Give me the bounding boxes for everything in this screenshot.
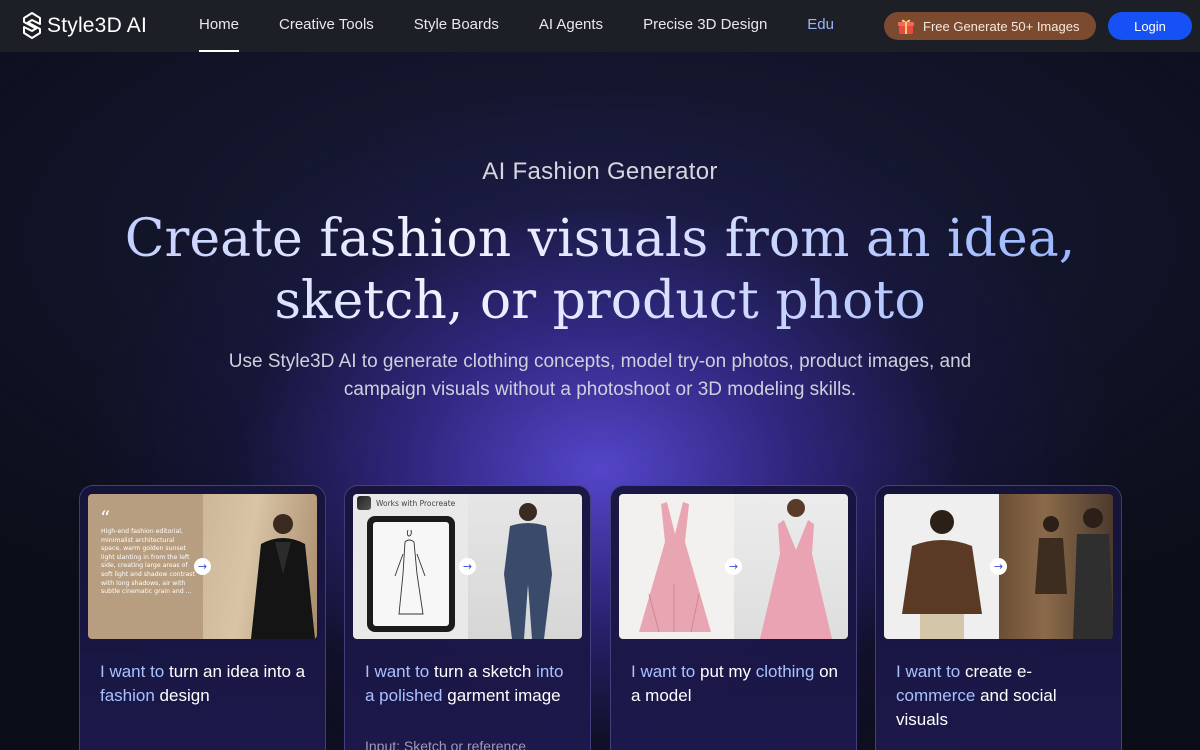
- card-title-part: design: [154, 686, 210, 705]
- card-clothing-on-model[interactable]: → I want to put my clothing on a model: [610, 485, 857, 750]
- result-photo-editorial: [202, 494, 317, 639]
- nav-link-creative-tools[interactable]: Creative Tools: [279, 0, 374, 52]
- card-title-part: turn a sketch: [429, 662, 532, 681]
- card-title-highlight: fashion: [100, 686, 155, 705]
- nav-link-ai-agents[interactable]: AI Agents: [539, 0, 603, 52]
- prompt-text: High-end fashion editorial, minimalist a…: [101, 528, 195, 596]
- nav-link-edu[interactable]: Edu: [807, 0, 833, 52]
- nav-link-home[interactable]: Home: [199, 0, 240, 52]
- result-photo-denim: [467, 494, 582, 639]
- card-image-model: →: [619, 494, 848, 639]
- sketch-panel: Works with Procreate: [353, 494, 468, 639]
- hero-eyebrow: AI Fashion Generator: [482, 158, 718, 185]
- card-image-idea: “ High-end fashion editorial, minimalist…: [88, 494, 317, 639]
- arrow-right-icon: →: [990, 558, 1007, 575]
- login-button[interactable]: Login: [1108, 12, 1192, 40]
- card-title-highlight: commerce: [896, 686, 976, 705]
- result-photo-pink-dress: [733, 494, 848, 639]
- card-image-ecommerce: →: [884, 494, 1113, 639]
- arrow-right-icon: →: [194, 558, 211, 575]
- card-sketch-to-garment[interactable]: Works with Procreate → I want to turn a …: [344, 485, 591, 750]
- card-title-part: turn an idea into a: [164, 662, 306, 681]
- prompt-panel: “ High-end fashion editorial, minimalist…: [88, 494, 203, 639]
- top-nav: Style3D AI Home Creative Tools Style Boa…: [0, 0, 1200, 52]
- hero-subhead: Use Style3D AI to generate clothing conc…: [228, 351, 972, 400]
- hero-headline: Create fashion visuals from an idea, ske…: [60, 208, 1140, 332]
- nav-link-style-boards[interactable]: Style Boards: [414, 0, 499, 52]
- style3d-logo-icon: [23, 12, 41, 39]
- card-title-part: put my: [695, 662, 752, 681]
- card-title: I want to turn an idea into a fashion de…: [100, 660, 310, 708]
- arrow-right-icon: →: [725, 558, 742, 575]
- logo-text: Style3D AI: [47, 13, 148, 37]
- card-title-highlight: clothing: [751, 662, 815, 681]
- logo[interactable]: Style3D AI: [22, 12, 147, 39]
- card-title: I want to turn a sketch into a polished …: [365, 660, 575, 708]
- model-jacket-photo: [884, 494, 999, 639]
- card-title: I want to create e- commerce and social …: [896, 660, 1106, 732]
- nav-link-precise-3d-design[interactable]: Precise 3D Design: [643, 0, 767, 52]
- card-title: I want to put my clothing on a model: [631, 660, 841, 708]
- card-title-lead: I want to: [100, 662, 165, 681]
- card-title-lead: I want to: [896, 662, 961, 681]
- card-image-sketch: Works with Procreate →: [353, 494, 582, 639]
- quote-mark: “: [100, 506, 111, 530]
- nav-links: Home Creative Tools Style Boards AI Agen…: [199, 0, 833, 52]
- free-generate-button[interactable]: Free Generate 50+ Images: [884, 12, 1096, 40]
- arrow-right-icon: →: [459, 558, 476, 575]
- garment-flatlay: [619, 494, 734, 639]
- card-title-lead: I want to: [631, 662, 696, 681]
- card-idea-to-design[interactable]: “ High-end fashion editorial, minimalist…: [79, 485, 326, 750]
- card-input-note: Input: Sketch or reference: [365, 738, 527, 750]
- card-title-part: garment image: [442, 686, 561, 705]
- card-title-lead: I want to: [365, 662, 430, 681]
- card-ecommerce-visuals[interactable]: → I want to create e- commerce and socia…: [875, 485, 1122, 750]
- card-title-part: create e-: [960, 662, 1033, 681]
- lifestyle-photo: [998, 494, 1113, 639]
- gift-icon: [898, 19, 914, 34]
- free-generate-label: Free Generate 50+ Images: [923, 18, 1080, 34]
